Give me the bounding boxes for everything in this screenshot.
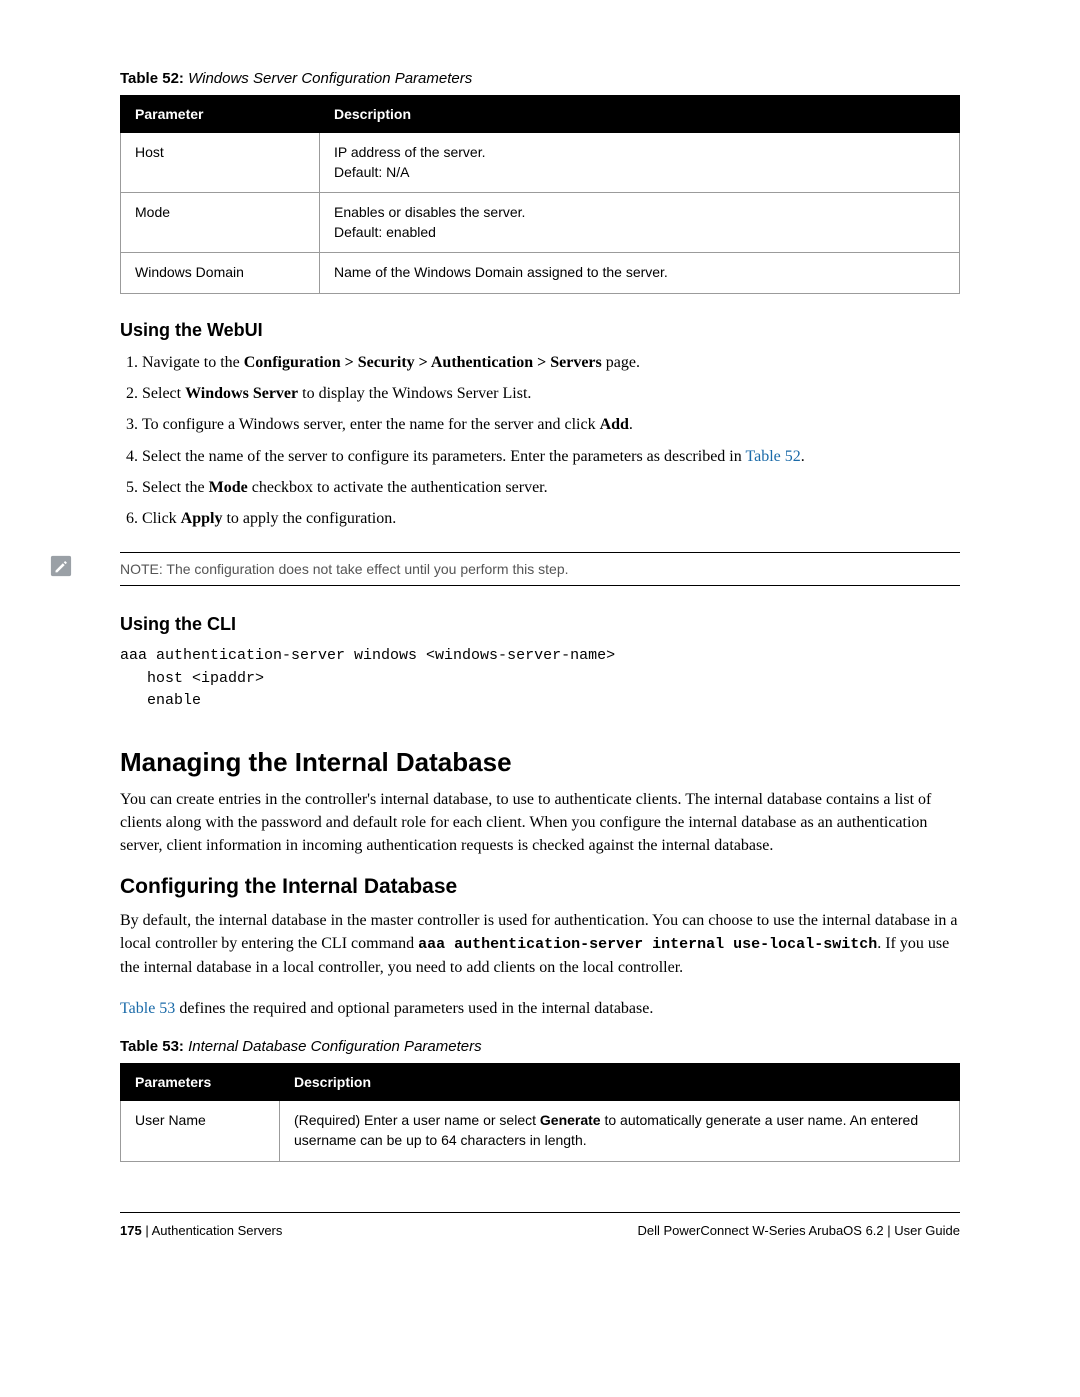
step3-post: . <box>629 416 633 433</box>
step6-bold: Apply <box>181 510 223 527</box>
table52-cell-desc: Enables or disables the server.Default: … <box>320 193 960 253</box>
step2-bold: Windows Server <box>185 385 298 402</box>
heading-using-webui: Using the WebUI <box>120 320 960 341</box>
footer-left: 175 | Authentication Servers <box>120 1223 282 1238</box>
step5-bold: Mode <box>209 479 248 496</box>
paragraph-table53-intro: Table 53 defines the required and option… <box>120 997 960 1020</box>
table53-cell-username: User Name <box>121 1101 280 1161</box>
table52-cell-param: Mode <box>121 193 320 253</box>
table-row: Windows DomainName of the Windows Domain… <box>121 253 960 294</box>
table53-row-username: User Name (Required) Enter a user name o… <box>121 1101 960 1161</box>
table53-cell-username-desc: (Required) Enter a user name or select G… <box>280 1101 960 1161</box>
footer-right: Dell PowerConnect W-Series ArubaOS 6.2 |… <box>638 1223 961 1238</box>
table53-caption-italic: Internal Database Configuration Paramete… <box>184 1038 482 1055</box>
table52: Parameter Description HostIP address of … <box>120 95 960 294</box>
table52-cell-param: Host <box>121 133 320 193</box>
table53-caption: Table 53: Internal Database Configuratio… <box>120 1038 960 1055</box>
footer-page-number: 175 <box>120 1223 142 1238</box>
paragraph-configuring-internal-db: By default, the internal database in the… <box>120 909 960 979</box>
webui-step-5: Select the Mode checkbox to activate the… <box>142 476 960 499</box>
table53-th-parameters: Parameters <box>121 1064 280 1101</box>
note-block: NOTE: The configuration does not take ef… <box>120 552 960 586</box>
table52-cell-desc: IP address of the server.Default: N/A <box>320 133 960 193</box>
step1-post: page. <box>602 354 640 371</box>
webui-step-6: Click Apply to apply the configuration. <box>142 507 960 530</box>
table52-caption: Table 52: Windows Server Configuration P… <box>120 70 960 87</box>
table52-cell-param: Windows Domain <box>121 253 320 294</box>
step5-pre: Select the <box>142 479 209 496</box>
table52-cell-desc: Name of the Windows Domain assigned to t… <box>320 253 960 294</box>
table-row: HostIP address of the server.Default: N/… <box>121 133 960 193</box>
webui-step-4: Select the name of the server to configu… <box>142 445 960 468</box>
webui-step-3: To configure a Windows server, enter the… <box>142 413 960 436</box>
pencil-note-icon <box>50 555 72 577</box>
webui-step-1: Navigate to the Configuration > Security… <box>142 351 960 374</box>
table52-caption-bold: Table 52: <box>120 70 184 87</box>
step3-bold: Add <box>600 416 629 433</box>
footer-chapter: Authentication Servers <box>152 1223 283 1238</box>
step5-post: checkbox to activate the authentication … <box>248 479 548 496</box>
page-footer: 175 | Authentication Servers Dell PowerC… <box>120 1212 960 1238</box>
paragraph-internal-db-intro: You can create entries in the controller… <box>120 788 960 858</box>
t53-desc-pre: (Required) Enter a user name or select <box>294 1112 540 1128</box>
table53-th-description: Description <box>280 1064 960 1101</box>
step1-pre: Navigate to the <box>142 354 244 371</box>
webui-steps: Navigate to the Configuration > Security… <box>142 351 960 530</box>
p2-mono: aaa authentication-server internal use-l… <box>418 936 877 953</box>
note-text: NOTE: The configuration does not take ef… <box>120 561 569 577</box>
step6-post: to apply the configuration. <box>222 510 396 527</box>
step1-bold: Configuration > Security > Authenticatio… <box>244 354 602 371</box>
step6-pre: Click <box>142 510 181 527</box>
table52-header-row: Parameter Description <box>121 96 960 133</box>
step2-post: to display the Windows Server List. <box>298 385 531 402</box>
table52-th-description: Description <box>320 96 960 133</box>
link-table53[interactable]: Table 53 <box>120 1000 175 1017</box>
cli-code: aaa authentication-server windows <windo… <box>120 645 960 713</box>
step4-post: . <box>801 448 805 465</box>
step2-pre: Select <box>142 385 185 402</box>
heading-managing-internal-db: Managing the Internal Database <box>120 747 960 778</box>
heading-using-cli: Using the CLI <box>120 614 960 635</box>
table53-caption-bold: Table 53: <box>120 1038 184 1055</box>
table53-header-row: Parameters Description <box>121 1064 960 1101</box>
step3-pre: To configure a Windows server, enter the… <box>142 416 600 433</box>
step4-pre: Select the name of the server to configu… <box>142 448 745 465</box>
t53-desc-bold: Generate <box>540 1112 601 1128</box>
table52-caption-italic: Windows Server Configuration Parameters <box>184 70 472 87</box>
webui-step-2: Select Windows Server to display the Win… <box>142 382 960 405</box>
table52-th-parameter: Parameter <box>121 96 320 133</box>
heading-configuring-internal-db: Configuring the Internal Database <box>120 875 960 899</box>
table-row: ModeEnables or disables the server.Defau… <box>121 193 960 253</box>
p3-post: defines the required and optional parame… <box>175 1000 653 1017</box>
footer-left-sep: | <box>142 1223 152 1238</box>
step4-link-table52[interactable]: Table 52 <box>745 448 800 465</box>
table53: Parameters Description User Name (Requir… <box>120 1063 960 1161</box>
